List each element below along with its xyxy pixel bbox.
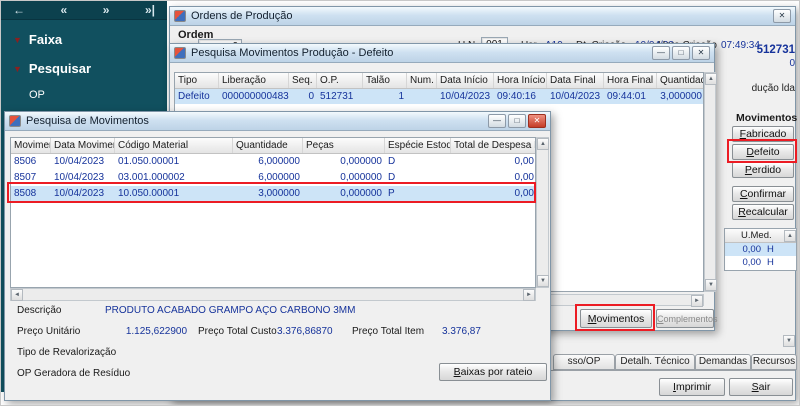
- pesquisa-movimentos-window: Pesquisa de Movimentos — □ ✕ Movimento D…: [4, 111, 551, 401]
- scroll-down-icon[interactable]: ▼: [537, 275, 549, 287]
- column-header: O.P.: [317, 73, 363, 88]
- umed-grid: U.Med. ▲ 0,00 H 0,00 H: [724, 228, 797, 271]
- window-icon: [174, 10, 186, 22]
- column-header: Hora Início: [494, 73, 547, 88]
- horizontal-scrollbar[interactable]: ◄ ►: [10, 288, 536, 301]
- sair-button[interactable]: Sair: [729, 378, 793, 396]
- column-header: Total de Despesa Item: [451, 138, 536, 153]
- window-icon: [9, 115, 21, 127]
- preco-unitario-label: Preço Unitário: [17, 326, 80, 337]
- triangle-icon: ▼: [13, 64, 22, 74]
- column-header: Num.: [407, 73, 437, 88]
- op-geradora-label: OP Geradora de Resíduo: [17, 368, 130, 379]
- column-header: Talão: [363, 73, 407, 88]
- tipo-revalorizacao-label: Tipo de Revalorização: [17, 347, 116, 358]
- op-number: 512731: [740, 44, 795, 56]
- maximize-icon[interactable]: □: [508, 114, 526, 128]
- titlebar[interactable]: Ordens de Produção ✕: [170, 7, 795, 26]
- op-secondary-value: 0: [760, 58, 795, 69]
- recalcular-button[interactable]: Recalcular: [732, 204, 794, 220]
- nav-next-icon[interactable]: »: [103, 3, 110, 17]
- column-header: Peças: [303, 138, 385, 153]
- preco-total-custo-value: 3.376,86870: [277, 326, 333, 337]
- descricao-label: Descrição: [17, 305, 61, 316]
- perdido-button[interactable]: Perdido: [732, 162, 794, 178]
- column-header: Data Movimento: [51, 138, 115, 153]
- movimentos-button[interactable]: Movimentos: [580, 309, 652, 328]
- scroll-right-icon[interactable]: ►: [691, 295, 703, 307]
- nav-previous-icon[interactable]: «: [61, 3, 68, 17]
- movement-row[interactable]: 8507 10/04/2023 03.001.000002 6,000000 0…: [11, 170, 535, 186]
- movimentos-panel-title: Movimentos: [736, 112, 797, 124]
- window-icon: [174, 47, 186, 59]
- scroll-down-icon[interactable]: ▼: [705, 279, 717, 291]
- sidebar-item-faixa[interactable]: ▼ Faixa: [1, 20, 167, 49]
- maximize-icon[interactable]: □: [672, 46, 690, 60]
- fabricado-button[interactable]: Fabricado: [732, 126, 794, 142]
- umed-row[interactable]: 0,00 H: [725, 256, 796, 269]
- window-title: Ordens de Produção: [191, 10, 293, 22]
- column-header: Data Final: [547, 73, 604, 88]
- preco-total-item-value: 3.376,87: [442, 326, 481, 337]
- complementos-button[interactable]: Complementos: [656, 309, 714, 328]
- column-header: Tipo: [175, 73, 219, 88]
- partial-text: dução lda: [745, 83, 795, 94]
- column-header: Data Início: [437, 73, 494, 88]
- close-icon[interactable]: ✕: [528, 114, 546, 128]
- column-header: Espécie Estoque: [385, 138, 451, 153]
- column-header: Movimento: [11, 138, 51, 153]
- defeito-grid-header: Tipo Liberação Seq. O.P. Talão Num. Data…: [175, 73, 703, 89]
- window-title: Pesquisa de Movimentos: [26, 115, 149, 127]
- movimentos-grid-header: Movimento Data Movimento Código Material…: [11, 138, 535, 154]
- tab-processo-op[interactable]: sso/OP: [553, 354, 615, 370]
- umed-header: U.Med. ▲: [725, 229, 796, 243]
- column-header: Liberação: [219, 73, 289, 88]
- umed-row[interactable]: 0,00 H: [725, 243, 796, 256]
- vertical-scrollbar[interactable]: ▲ ▼: [704, 72, 716, 292]
- sidebar-op-label: OP: [1, 78, 167, 101]
- confirmar-button[interactable]: Confirmar: [732, 186, 794, 202]
- scroll-left-icon[interactable]: ◄: [11, 289, 23, 301]
- movement-row-selected[interactable]: 8508 10/04/2023 10.050.00001 3,000000 0,…: [11, 186, 535, 202]
- titlebar[interactable]: Pesquisa de Movimentos — □ ✕: [5, 112, 550, 131]
- tab-detalhe-tecnico[interactable]: Detalh. Técnico: [615, 354, 695, 370]
- descricao-value: PRODUTO ACABADO GRAMPO AÇO CARBONO 3MM: [105, 305, 355, 316]
- minimize-icon[interactable]: —: [488, 114, 506, 128]
- movement-row[interactable]: 8506 10/04/2023 01.050.00001 6,000000 0,…: [11, 154, 535, 170]
- column-header: Hora Final: [604, 73, 657, 88]
- scroll-right-icon[interactable]: ►: [523, 289, 535, 301]
- sidebar-item-pesquisar[interactable]: ▼ Pesquisar: [1, 49, 167, 78]
- titlebar[interactable]: Pesquisa Movimentos Produção - Defeito —…: [170, 44, 714, 63]
- column-header: Código Material: [115, 138, 233, 153]
- triangle-icon: ▼: [13, 35, 22, 45]
- record-navigation-bar: ← « » »|: [1, 1, 167, 20]
- sidebar-item-label: Pesquisar: [29, 61, 91, 76]
- vertical-scrollbar[interactable]: ▲ ▼: [536, 137, 549, 288]
- scroll-up-icon[interactable]: ▲: [784, 230, 796, 242]
- preco-unitario-value: 1.125,622900: [102, 326, 187, 337]
- column-header: Quantidade: [657, 73, 704, 88]
- scroll-up-icon[interactable]: ▲: [705, 73, 717, 85]
- baixas-por-rateio-button[interactable]: Baixas por rateio: [439, 363, 547, 381]
- tab-demandas[interactable]: Demandas: [695, 354, 751, 370]
- tab-recursos[interactable]: Recursos: [751, 354, 797, 370]
- minimize-icon[interactable]: —: [652, 46, 670, 60]
- column-header: Seq.: [289, 73, 317, 88]
- screen: ← « » »| ▼ Faixa ▼ Pesquisar OP Ordens d…: [0, 0, 800, 406]
- preco-total-item-label: Preço Total Item: [352, 326, 424, 337]
- close-icon[interactable]: ✕: [692, 46, 710, 60]
- scroll-down-icon[interactable]: ▼: [783, 335, 795, 347]
- sidebar-item-label: Faixa: [29, 32, 62, 47]
- defeito-button[interactable]: Defeito: [732, 144, 794, 160]
- close-icon[interactable]: ✕: [773, 9, 791, 23]
- nav-last-icon[interactable]: »|: [145, 3, 155, 17]
- movimentos-grid: Movimento Data Movimento Código Material…: [10, 137, 536, 288]
- defeito-row[interactable]: Defeito 000000000483 0 512731 1 10/04/20…: [175, 89, 703, 104]
- column-header: Quantidade: [233, 138, 303, 153]
- window-title: Pesquisa Movimentos Produção - Defeito: [191, 47, 393, 59]
- imprimir-button[interactable]: Imprimir: [659, 378, 725, 396]
- nav-first-icon[interactable]: ←: [13, 3, 25, 17]
- preco-total-custo-label: Preço Total Custo: [198, 326, 277, 337]
- scroll-up-icon[interactable]: ▲: [537, 138, 549, 150]
